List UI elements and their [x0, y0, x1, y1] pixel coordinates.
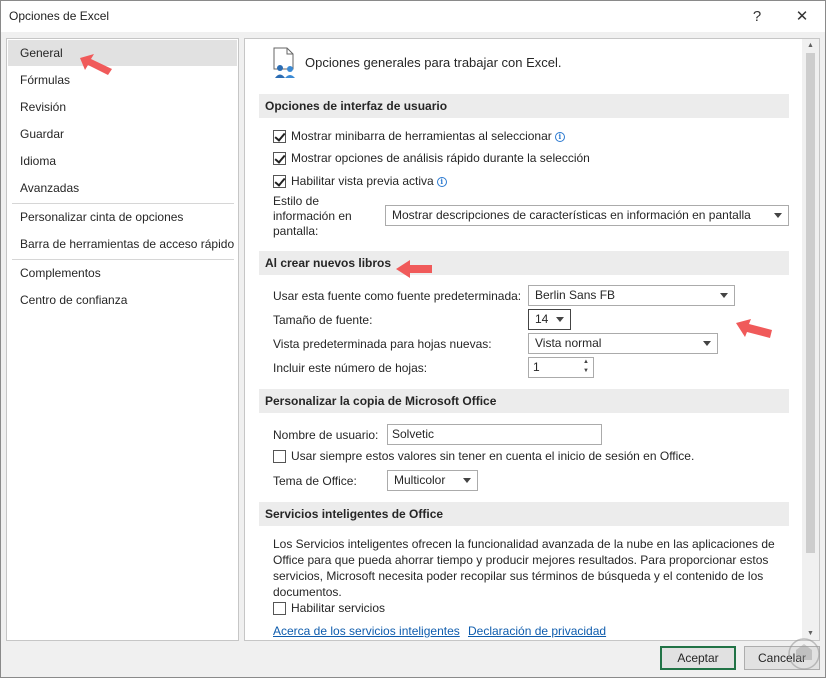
nav-item-revision[interactable]: Revisión	[8, 94, 237, 120]
section-new-workbooks: Al crear nuevos libros	[259, 251, 789, 275]
nav-item-guardar[interactable]: Guardar	[8, 121, 237, 147]
always-use-checkbox[interactable]	[273, 450, 286, 463]
chevron-down-icon	[703, 341, 711, 346]
enable-services-checkbox[interactable]	[273, 602, 286, 615]
help-button[interactable]: ?	[742, 4, 772, 28]
default-font-value: Berlin Sans FB	[535, 288, 616, 302]
tooltip-style-label-line: Estilo de	[273, 194, 320, 208]
chevron-down-icon	[774, 213, 782, 218]
info-icon: i	[436, 177, 447, 187]
section-intelligent-services: Servicios inteligentes de Office	[259, 502, 789, 526]
privacy-statement-link[interactable]: Declaración de privacidad	[468, 624, 606, 638]
nav-item-idioma[interactable]: Idioma	[8, 148, 237, 174]
font-size-value: 14	[535, 312, 549, 326]
nav-item-quick-access-toolbar[interactable]: Barra de herramientas de acceso rápido	[8, 231, 237, 257]
default-font-select[interactable]: Berlin Sans FB	[528, 285, 735, 306]
spinner-arrows[interactable]: ▲ ▼	[579, 358, 593, 377]
username-label: Nombre de usuario:	[273, 428, 379, 442]
nav-item-avanzadas[interactable]: Avanzadas	[8, 175, 237, 201]
intelligent-services-description: Los Servicios inteligentes ofrecen la fu…	[273, 537, 775, 599]
minibar-label-text: Mostrar minibarra de herramientas al sel…	[291, 129, 552, 143]
vertical-scrollbar[interactable]: ▲ ▼	[802, 39, 819, 640]
about-intelligent-services-link[interactable]: Acerca de los servicios inteligentes	[273, 624, 460, 638]
nav-item-complementos[interactable]: Complementos	[8, 260, 237, 286]
annotation-arrow-icon	[80, 54, 112, 75]
sheet-count-label: Incluir este número de hojas:	[273, 361, 428, 375]
live-preview-label: Habilitar vista previa activa i	[291, 174, 447, 188]
default-view-select[interactable]: Vista normal	[528, 333, 718, 354]
accept-button[interactable]: Aceptar	[660, 646, 736, 670]
default-view-value: Vista normal	[535, 336, 602, 350]
spin-up-icon[interactable]: ▲	[579, 358, 593, 367]
nav-item-customize-ribbon[interactable]: Personalizar cinta de opciones	[8, 204, 237, 230]
general-options-icon	[273, 47, 295, 78]
office-theme-label: Tema de Office:	[273, 474, 357, 488]
chevron-down-icon	[720, 293, 728, 298]
page-title: Opciones generales para trabajar con Exc…	[305, 55, 562, 70]
default-font-label: Usar esta fuente como fuente predetermin…	[273, 289, 522, 303]
default-view-label: Vista predeterminada para hojas nuevas:	[273, 337, 492, 351]
quick-analysis-checkbox[interactable]	[273, 152, 286, 165]
nav-item-trust-center[interactable]: Centro de confianza	[8, 287, 237, 313]
section-ui-options: Opciones de interfaz de usuario	[259, 94, 789, 118]
live-preview-checkbox[interactable]	[273, 175, 286, 188]
scroll-up-icon[interactable]: ▲	[802, 39, 819, 52]
sheet-count-stepper[interactable]: 1 ▲ ▼	[528, 357, 594, 378]
annotation-arrow-icon	[396, 260, 432, 278]
nav-item-general[interactable]: General	[8, 40, 237, 66]
nav-item-formulas[interactable]: Fórmulas	[8, 67, 237, 93]
minibar-checkbox[interactable]	[273, 130, 286, 143]
spin-down-icon[interactable]: ▼	[579, 367, 593, 376]
tooltip-style-select[interactable]: Mostrar descripciones de características…	[385, 205, 789, 226]
tooltip-style-label-line: información en	[273, 209, 352, 223]
info-icon: i	[554, 132, 565, 142]
scrollbar-thumb[interactable]	[806, 53, 815, 553]
username-input[interactable]: Solvetic	[387, 424, 602, 445]
title-bar: Opciones de Excel ? ✕	[0, 0, 826, 32]
font-size-select[interactable]: 14	[528, 309, 571, 330]
quick-analysis-label: Mostrar opciones de análisis rápido dura…	[291, 151, 590, 165]
annotation-arrow-icon	[736, 319, 772, 338]
window-title: Opciones de Excel	[9, 9, 110, 23]
category-nav: General Fórmulas Revisión Guardar Idioma…	[6, 38, 239, 641]
live-preview-label-text: Habilitar vista previa activa	[291, 174, 434, 188]
font-size-label: Tamaño de fuente:	[273, 313, 373, 327]
chevron-down-icon	[463, 478, 471, 483]
chevron-down-icon	[556, 317, 564, 322]
tooltip-style-label: Estilo de información en pantalla:	[273, 194, 352, 239]
office-theme-value: Multicolor	[394, 473, 446, 487]
watermark-logo-icon	[788, 638, 820, 670]
section-personalize: Personalizar la copia de Microsoft Offic…	[259, 389, 789, 413]
tooltip-style-label-line: pantalla:	[273, 224, 319, 238]
office-theme-select[interactable]: Multicolor	[387, 470, 478, 491]
enable-services-label: Habilitar servicios	[291, 601, 386, 615]
minibar-label: Mostrar minibarra de herramientas al sel…	[291, 129, 565, 143]
sheet-count-value: 1	[533, 360, 540, 374]
close-icon[interactable]: ✕	[787, 4, 817, 28]
tooltip-style-value: Mostrar descripciones de características…	[392, 208, 751, 222]
always-use-label: Usar siempre estos valores sin tener en …	[291, 449, 695, 463]
